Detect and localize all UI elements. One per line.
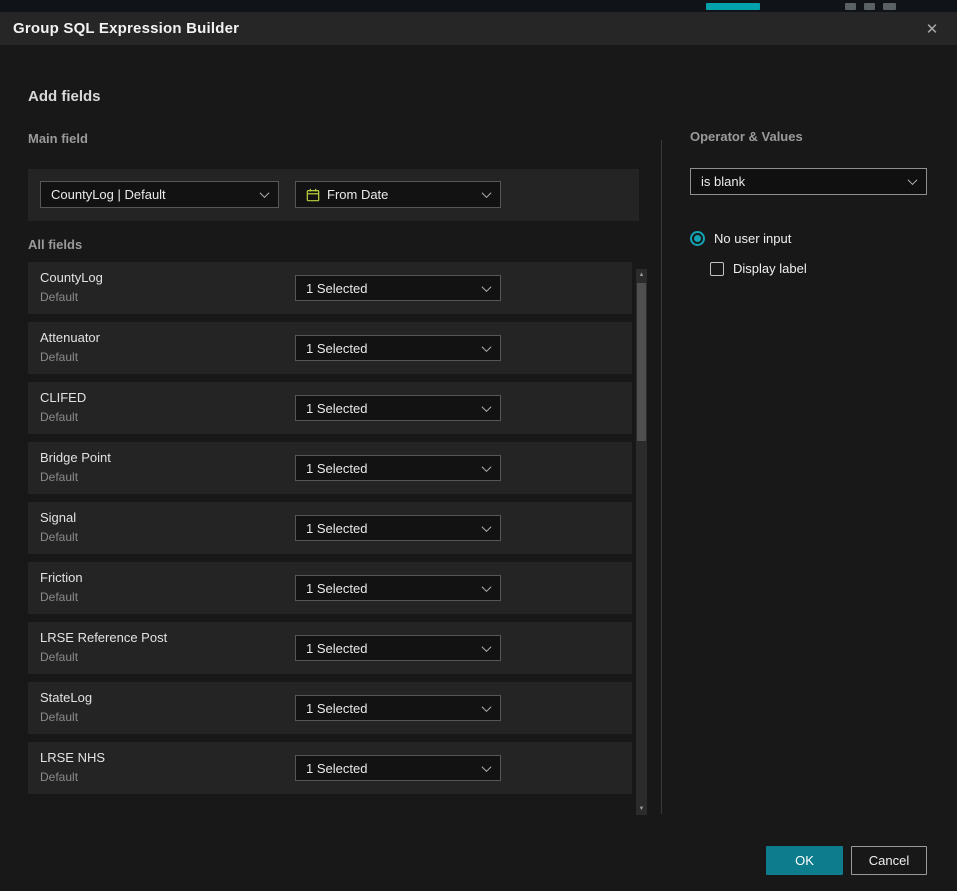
close-icon[interactable]: ✕ (921, 18, 943, 40)
field-name: Signal (40, 510, 76, 525)
chevron-down-icon (482, 522, 492, 532)
field-selection-dropdown[interactable]: 1 Selected (295, 575, 501, 601)
field-selection-dropdown[interactable]: 1 Selected (295, 335, 501, 361)
chevron-down-icon (482, 762, 492, 772)
background-artifact (883, 3, 896, 10)
field-selection-dropdown[interactable]: 1 Selected (295, 395, 501, 421)
no-user-input-radio[interactable]: No user input (690, 231, 791, 246)
main-field-label: Main field (28, 131, 88, 146)
main-field-dropdown[interactable]: From Date (295, 181, 501, 208)
checkbox-unchecked-icon (710, 262, 724, 276)
scrollbar-thumb[interactable] (637, 283, 646, 441)
field-row: Friction Default 1 Selected (28, 562, 632, 614)
field-sublabel: Default (40, 590, 78, 604)
field-selection-dropdown[interactable]: 1 Selected (295, 455, 501, 481)
operator-dropdown[interactable]: is blank (690, 168, 927, 195)
main-field-dropdown-value: From Date (327, 187, 388, 202)
vertical-divider (661, 140, 662, 814)
field-name: Bridge Point (40, 450, 111, 465)
chevron-down-icon (260, 188, 270, 198)
chevron-down-icon (482, 582, 492, 592)
operator-dropdown-value: is blank (701, 174, 745, 189)
chevron-down-icon (482, 462, 492, 472)
background-artifact (864, 3, 875, 10)
add-fields-heading: Add fields (28, 88, 101, 105)
field-row: Bridge Point Default 1 Selected (28, 442, 632, 494)
field-row: LRSE NHS Default 1 Selected (28, 742, 632, 794)
display-label-text: Display label (733, 261, 807, 276)
chevron-down-icon (482, 282, 492, 292)
layer-dropdown[interactable]: CountyLog | Default (40, 181, 279, 208)
chevron-down-icon (482, 702, 492, 712)
field-sublabel: Default (40, 770, 78, 784)
background-artifact (845, 3, 856, 10)
no-user-input-label: No user input (714, 231, 791, 246)
field-name: LRSE NHS (40, 750, 105, 765)
layer-dropdown-value: CountyLog | Default (51, 187, 166, 202)
field-selection-dropdown[interactable]: 1 Selected (295, 695, 501, 721)
field-selection-dropdown[interactable]: 1 Selected (295, 275, 501, 301)
scrollbar[interactable]: ▲ ▼ (636, 269, 647, 815)
chevron-down-icon (482, 342, 492, 352)
field-sublabel: Default (40, 710, 78, 724)
field-row: LRSE Reference Post Default 1 Selected (28, 622, 632, 674)
field-selection-dropdown[interactable]: 1 Selected (295, 515, 501, 541)
field-name: CountyLog (40, 270, 103, 285)
cancel-button[interactable]: Cancel (851, 846, 927, 875)
backdrop-strip (0, 0, 957, 12)
radio-selected-icon (690, 231, 705, 246)
field-name: StateLog (40, 690, 92, 705)
dialog-title: Group SQL Expression Builder (0, 20, 239, 37)
ok-button[interactable]: OK (766, 846, 843, 875)
field-sublabel: Default (40, 410, 78, 424)
display-label-checkbox[interactable]: Display label (710, 261, 807, 276)
group-sql-expression-builder-dialog: Group SQL Expression Builder ✕ Add field… (0, 12, 957, 891)
field-name: Attenuator (40, 330, 100, 345)
background-artifact (706, 3, 760, 10)
chevron-down-icon (482, 642, 492, 652)
field-row: CLIFED Default 1 Selected (28, 382, 632, 434)
chevron-down-icon (908, 175, 918, 185)
chevron-down-icon (482, 402, 492, 412)
field-selection-dropdown[interactable]: 1 Selected (295, 635, 501, 661)
operator-values-label: Operator & Values (690, 129, 803, 144)
dialog-header: Group SQL Expression Builder (0, 12, 957, 45)
field-row: StateLog Default 1 Selected (28, 682, 632, 734)
field-sublabel: Default (40, 530, 78, 544)
field-row: Attenuator Default 1 Selected (28, 322, 632, 374)
field-selection-dropdown[interactable]: 1 Selected (295, 755, 501, 781)
field-name: CLIFED (40, 390, 86, 405)
scroll-down-icon[interactable]: ▼ (636, 803, 647, 815)
field-sublabel: Default (40, 290, 78, 304)
all-fields-label: All fields (28, 237, 82, 252)
field-sublabel: Default (40, 650, 78, 664)
field-sublabel: Default (40, 350, 78, 364)
scroll-up-icon[interactable]: ▲ (636, 269, 647, 281)
chevron-down-icon (482, 188, 492, 198)
field-sublabel: Default (40, 470, 78, 484)
field-row: Signal Default 1 Selected (28, 502, 632, 554)
field-name: Friction (40, 570, 83, 585)
calendar-icon (306, 188, 320, 202)
field-name: LRSE Reference Post (40, 630, 167, 645)
field-row: CountyLog Default 1 Selected (28, 262, 632, 314)
